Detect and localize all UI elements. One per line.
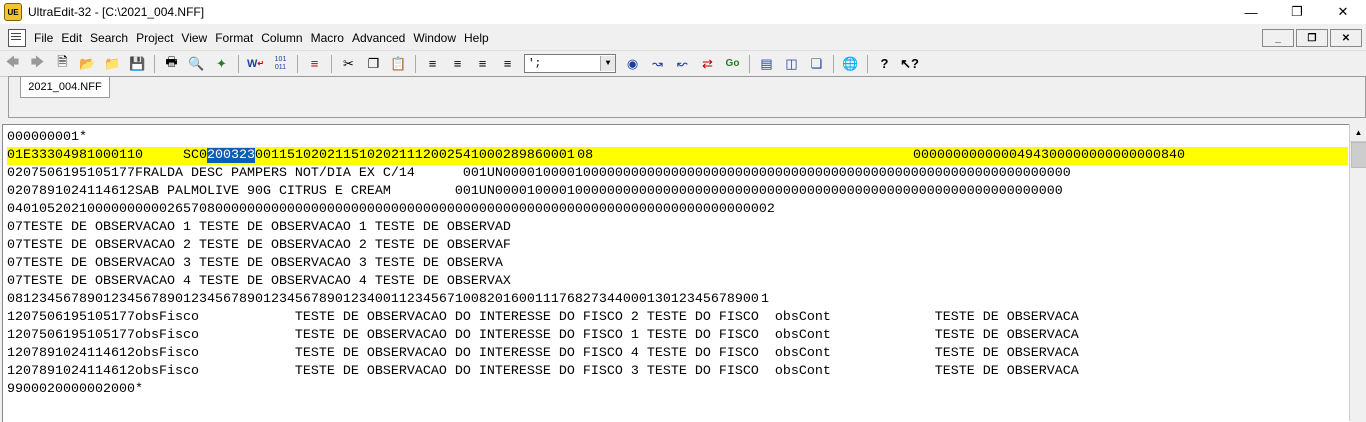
- goto-icon[interactable]: Go: [722, 53, 744, 75]
- toolbar-separator: [238, 54, 239, 73]
- restore-icon[interactable]: ❐: [1274, 0, 1320, 24]
- cascade-icon[interactable]: ❏: [806, 53, 828, 75]
- scroll-thumb[interactable]: [1351, 142, 1366, 168]
- doc-minimize-icon[interactable]: _: [1262, 29, 1294, 47]
- editor-line: 07TESTE DE OBSERVACAO 3 TESTE DE OBSERVA…: [7, 256, 503, 271]
- find-prev-icon[interactable]: ↜: [672, 53, 694, 75]
- menu-window[interactable]: Window: [409, 31, 460, 45]
- editor-line: 0401052021000000000026570800000000000000…: [7, 202, 775, 217]
- file-tab-bar: 2021_004.NFF: [8, 76, 1366, 118]
- hex-mode-icon[interactable]: 101 011: [270, 53, 292, 75]
- quick-find-value: ';: [528, 57, 542, 70]
- paragraph-icon[interactable]: ≡: [304, 53, 326, 75]
- toolbar-separator: [297, 54, 298, 73]
- window-controls: — ❐ ✕: [1228, 0, 1366, 24]
- cut-icon[interactable]: ✂: [338, 53, 360, 75]
- find-icon[interactable]: ◉: [622, 53, 644, 75]
- line-text: 0011510202115102021112002541000289860001…: [254, 148, 1185, 163]
- editor-line: 1207506195105177obsFisco TESTE DE OBSERV…: [7, 328, 1079, 343]
- menu-format[interactable]: Format: [211, 31, 257, 45]
- window-title: UltraEdit-32 - [C:\2021_004.NFF]: [28, 5, 205, 19]
- editor-line: 0207506195105177FRALDA DESC PAMPERS NOT/…: [7, 166, 1071, 181]
- toolbar-separator: [867, 54, 868, 73]
- editor-line: 1207506195105177obsFisco TESTE DE OBSERV…: [7, 310, 1079, 325]
- doc-close-icon[interactable]: ✕: [1330, 29, 1362, 47]
- toolbar-separator: [833, 54, 834, 73]
- menu-advanced[interactable]: Advanced: [348, 31, 409, 45]
- editor-line: 07TESTE DE OBSERVACAO 1 TESTE DE OBSERVA…: [7, 220, 511, 235]
- line-text: 01E33304981000110 SC0: [7, 148, 207, 163]
- toolbar-separator: [749, 54, 750, 73]
- selected-text: 200323: [206, 148, 255, 163]
- help-icon[interactable]: ?: [874, 53, 896, 75]
- align-left-icon[interactable]: ≡: [422, 53, 444, 75]
- menu-macro[interactable]: Macro: [307, 31, 348, 45]
- editor-line-highlighted: 01E33304981000110 SC02003230011510202115…: [7, 147, 1348, 165]
- title-bar: UE UltraEdit-32 - [C:\2021_004.NFF] — ❐ …: [0, 0, 1366, 24]
- doc-restore-icon[interactable]: ❐: [1296, 29, 1328, 47]
- align-center-icon[interactable]: ≡: [447, 53, 469, 75]
- open-recent-icon[interactable]: 📁: [102, 53, 124, 75]
- editor-line: 1207891024114612obsFisco TESTE DE OBSERV…: [7, 346, 1079, 361]
- print-icon[interactable]: 🖶: [161, 53, 183, 75]
- tab-2021-004-nff[interactable]: 2021_004.NFF: [20, 77, 110, 98]
- text-editor[interactable]: 000000001* 01E33304981000110 SC020032300…: [2, 124, 1350, 422]
- menu-search[interactable]: Search: [86, 31, 132, 45]
- web-browser-icon[interactable]: 🌐: [840, 53, 862, 75]
- paste-icon[interactable]: 📋: [388, 53, 410, 75]
- editor-line: 000000001*: [7, 130, 87, 145]
- editor-line: 9900020000002000*: [7, 382, 143, 397]
- toolbar-separator: [331, 54, 332, 73]
- align-right-icon[interactable]: ≡: [472, 53, 494, 75]
- minimize-icon[interactable]: —: [1228, 0, 1274, 24]
- editor-line: 0207891024114612SAB PALMOLIVE 90G CITRUS…: [7, 184, 1063, 199]
- open-folder-icon[interactable]: 📂: [77, 53, 99, 75]
- ftp-icon[interactable]: ✦: [211, 53, 233, 75]
- scroll-up-icon[interactable]: ▲: [1350, 124, 1366, 142]
- save-icon[interactable]: 💾: [127, 53, 149, 75]
- editor-line: 07TESTE DE OBSERVACAO 2 TESTE DE OBSERVA…: [7, 238, 511, 253]
- editor-line: 1207891024114612obsFisco TESTE DE OBSERV…: [7, 364, 1079, 379]
- new-file-icon[interactable]: 🗎: [52, 53, 74, 75]
- editor-line: 07TESTE DE OBSERVACAO 4 TESTE DE OBSERVA…: [7, 274, 511, 289]
- split-vertical-icon[interactable]: ◫: [781, 53, 803, 75]
- toolbar-separator: [415, 54, 416, 73]
- find-next-icon[interactable]: ↝: [647, 53, 669, 75]
- forward-icon[interactable]: 🡆: [27, 53, 49, 75]
- copy-icon[interactable]: ❐: [363, 53, 385, 75]
- ultraedit-app-icon[interactable]: UE: [4, 3, 22, 21]
- context-help-icon[interactable]: ↖?: [899, 53, 921, 75]
- document-menu-icon[interactable]: [8, 29, 26, 47]
- menu-edit[interactable]: Edit: [57, 31, 86, 45]
- toolbar-separator: [154, 54, 155, 73]
- menu-column[interactable]: Column: [257, 31, 306, 45]
- main-toolbar: 🡄 🡆 🗎 📂 📁 💾 🖶 🔍 ✦ W ↵ 101 011 ≡ ✂ ❐ 📋 ≡ ≡ …: [0, 50, 1366, 77]
- back-icon[interactable]: 🡄: [2, 53, 24, 75]
- menu-help[interactable]: Help: [460, 31, 493, 45]
- quick-find-combo[interactable]: '; ▼: [524, 54, 616, 73]
- split-horizontal-icon[interactable]: ▤: [756, 53, 778, 75]
- menu-bar: File Edit Search Project View Format Col…: [0, 27, 1366, 49]
- chevron-down-icon[interactable]: ▼: [600, 56, 615, 71]
- word-wrap-icon[interactable]: W ↵: [245, 53, 267, 75]
- menu-file[interactable]: File: [30, 31, 57, 45]
- close-icon[interactable]: ✕: [1320, 0, 1366, 24]
- menu-view[interactable]: View: [177, 31, 211, 45]
- menu-project[interactable]: Project: [132, 31, 177, 45]
- replace-icon[interactable]: ⇄: [697, 53, 719, 75]
- justify-icon[interactable]: ≡: [497, 53, 519, 75]
- vertical-scrollbar[interactable]: ▲: [1349, 124, 1366, 421]
- document-window-controls: _ ❐ ✕: [1262, 29, 1362, 47]
- editor-line: 0812345678901234567890123456789012345678…: [7, 292, 770, 307]
- print-preview-icon[interactable]: 🔍: [186, 53, 208, 75]
